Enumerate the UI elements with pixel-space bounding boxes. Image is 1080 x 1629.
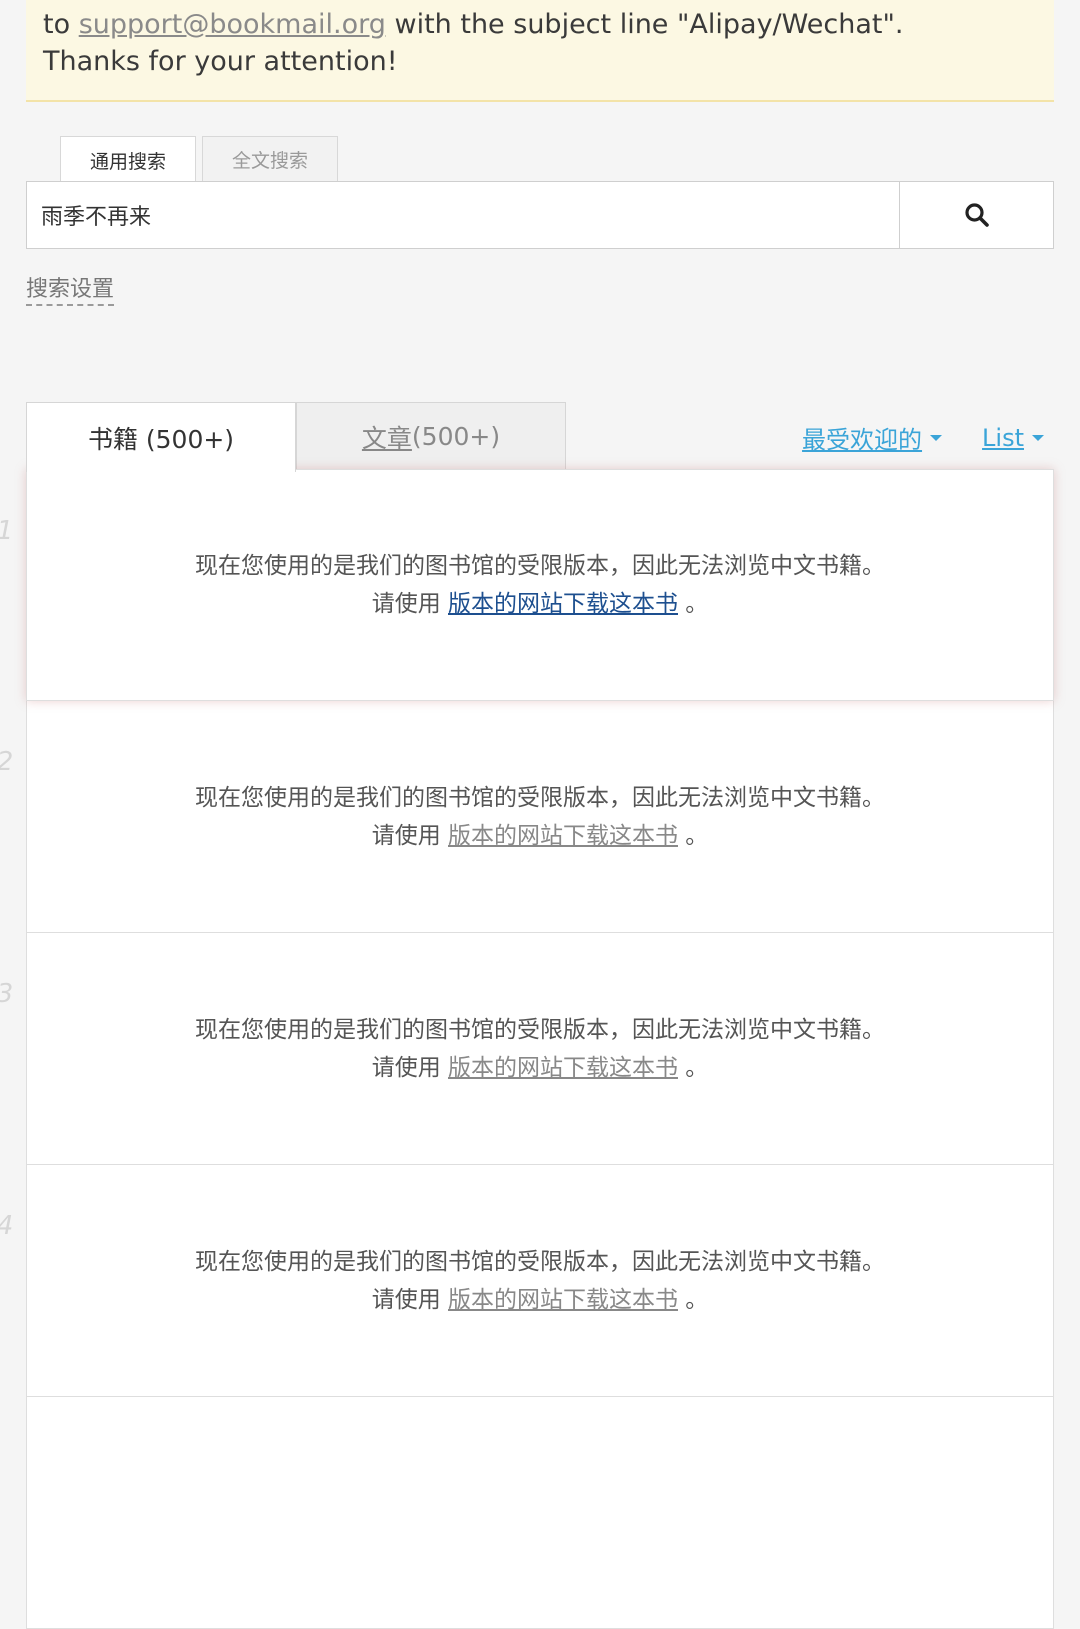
caret-down-icon [1032,434,1044,441]
search-settings-link[interactable]: 搜索设置 [26,276,115,306]
download-hint: 请使用 版本的网站下载这本书 。 [371,1286,709,1313]
results-type-tabs: 书籍 (500+) 文章 (500+) [26,402,566,472]
download-link[interactable]: 版本的网站下载这本书 [448,591,678,617]
result-card: 1 现在您使用的是我们的图书馆的受限版本，因此无法浏览中文书籍。 请使用 版本的… [0,469,1054,701]
restriction-message: 现在您使用的是我们的图书馆的受限版本，因此无法浏览中文书籍。 [195,1016,885,1043]
download-link[interactable]: 版本的网站下载这本书 [448,823,678,849]
search-icon [964,203,989,227]
result-card: 4 现在您使用的是我们的图书馆的受限版本，因此无法浏览中文书籍。 请使用 版本的… [0,1165,1054,1397]
search-button[interactable] [899,182,1053,248]
download-hint: 请使用 版本的网站下载这本书 。 [371,591,709,617]
download-link[interactable]: 版本的网站下载这本书 [448,1287,678,1313]
caret-down-icon [930,434,943,441]
results-list: 1 现在您使用的是我们的图书馆的受限版本，因此无法浏览中文书籍。 请使用 版本的… [0,469,1054,1629]
tab-general-search[interactable]: 通用搜索 [60,136,196,184]
notice-line-2: Thanks for your attention! [43,46,398,77]
result-card [26,1397,1054,1629]
view-mode-dropdown[interactable]: List [982,420,1044,455]
download-hint: 请使用 版本的网站下载这本书 。 [371,822,709,849]
tab-fulltext-search[interactable]: 全文搜索 [202,136,338,182]
restriction-message: 现在您使用的是我们的图书馆的受限版本，因此无法浏览中文书籍。 [195,1248,885,1275]
sort-dropdown[interactable]: 最受欢迎的 [802,420,943,455]
notice-banner: to support@bookmail.org with the subject… [26,0,1054,102]
result-number: 2 [0,743,15,781]
result-card: 2 现在您使用的是我们的图书馆的受限版本，因此无法浏览中文书籍。 请使用 版本的… [0,701,1054,933]
search-bar [26,181,1054,249]
support-email-link[interactable]: support@bookmail.org [79,9,386,40]
download-link[interactable]: 版本的网站下载这本书 [448,1055,678,1081]
tab-articles[interactable]: 文章 (500+) [296,402,566,470]
download-hint: 请使用 版本的网站下载这本书 。 [371,1054,709,1081]
result-number: 3 [0,975,15,1013]
result-controls: 最受欢迎的 List [802,420,1044,455]
search-input[interactable] [27,182,899,248]
result-card: 3 现在您使用的是我们的图书馆的受限版本，因此无法浏览中文书籍。 请使用 版本的… [0,933,1054,1165]
restriction-message: 现在您使用的是我们的图书馆的受限版本，因此无法浏览中文书籍。 [195,553,885,579]
notice-line-1: to support@bookmail.org with the subject… [43,9,904,40]
tab-books[interactable]: 书籍 (500+) [26,402,296,472]
result-number: 4 [0,1207,15,1245]
result-number: 1 [0,512,15,550]
search-mode-tabs: 通用搜索 全文搜索 [60,136,338,184]
restriction-message: 现在您使用的是我们的图书馆的受限版本，因此无法浏览中文书籍。 [195,784,885,811]
